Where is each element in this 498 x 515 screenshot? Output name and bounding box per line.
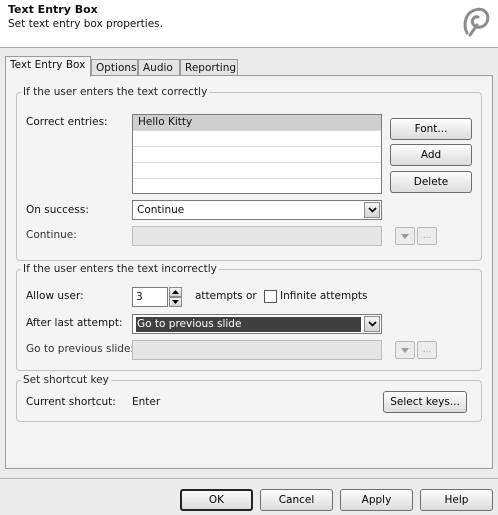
dialog-subtitle: Set text entry box properties.: [8, 18, 163, 30]
swirl-logo-icon: [463, 7, 490, 37]
list-item[interactable]: [133, 179, 381, 193]
go-to-previous-slide-label: Go to previous slide:: [26, 343, 134, 355]
infinite-attempts-label: Infinite attempts: [280, 290, 368, 302]
attempts-suffix: attempts or: [195, 290, 257, 302]
font-button[interactable]: Font...: [390, 118, 472, 140]
correct-entries-list[interactable]: Hello Kitty: [132, 114, 382, 194]
dialog-title: Text Entry Box: [8, 3, 98, 16]
after-last-attempt-value: Go to previous slide: [136, 317, 361, 332]
triangle-down-icon[interactable]: [395, 227, 415, 245]
after-last-attempt-label: After last attempt:: [26, 317, 123, 329]
continue-browse-button[interactable]: ...: [417, 227, 437, 245]
after-last-attempt-select[interactable]: Go to previous slide: [132, 314, 382, 334]
cancel-button[interactable]: Cancel: [260, 489, 333, 511]
continue-label: Continue:: [26, 229, 77, 241]
list-item[interactable]: [133, 163, 381, 179]
tab-panel: If the user enters the text correctly Co…: [5, 75, 493, 469]
correct-entries-label: Correct entries:: [26, 116, 108, 128]
current-shortcut-value: Enter: [132, 396, 161, 408]
on-success-select[interactable]: Continue: [132, 200, 382, 220]
chevron-down-icon[interactable]: [364, 316, 380, 332]
infinite-attempts-checkbox[interactable]: [264, 290, 277, 303]
on-success-label: On success:: [26, 204, 89, 216]
attempts-input[interactable]: 3: [132, 287, 168, 307]
correct-group-legend: If the user enters the text correctly: [23, 86, 208, 98]
spin-down-icon[interactable]: [169, 297, 182, 307]
select-keys-button[interactable]: Select keys...: [383, 391, 467, 413]
shortcut-group-legend: Set shortcut key: [23, 374, 109, 386]
list-item[interactable]: [133, 131, 381, 147]
triangle-down-icon[interactable]: [395, 341, 415, 359]
incorrect-group-legend: If the user enters the text incorrectly: [23, 263, 217, 275]
chevron-down-icon[interactable]: [364, 202, 380, 218]
dialog-header: Text Entry Box Set text entry box proper…: [0, 0, 498, 48]
tab-text-entry-box[interactable]: Text Entry Box: [5, 56, 91, 77]
spin-up-icon[interactable]: [169, 287, 182, 297]
delete-button[interactable]: Delete: [390, 171, 472, 193]
dialog-footer: OK Cancel Apply Help: [0, 478, 498, 515]
go-to-previous-slide-value: [136, 343, 361, 358]
on-success-value: Continue: [137, 204, 185, 216]
attempts-stepper[interactable]: [169, 287, 182, 307]
allow-user-label: Allow user:: [26, 290, 84, 302]
list-item[interactable]: Hello Kitty: [133, 115, 381, 131]
current-shortcut-label: Current shortcut:: [26, 396, 116, 408]
ok-button[interactable]: OK: [180, 489, 253, 511]
add-button[interactable]: Add: [390, 144, 472, 166]
go-to-previous-slide-select[interactable]: [132, 340, 382, 360]
go-to-previous-slide-browse-button[interactable]: ...: [417, 341, 437, 359]
help-button[interactable]: Help: [420, 489, 493, 511]
continue-select[interactable]: [132, 226, 382, 246]
apply-button[interactable]: Apply: [340, 489, 413, 511]
continue-value: [136, 229, 361, 244]
list-item[interactable]: [133, 147, 381, 163]
